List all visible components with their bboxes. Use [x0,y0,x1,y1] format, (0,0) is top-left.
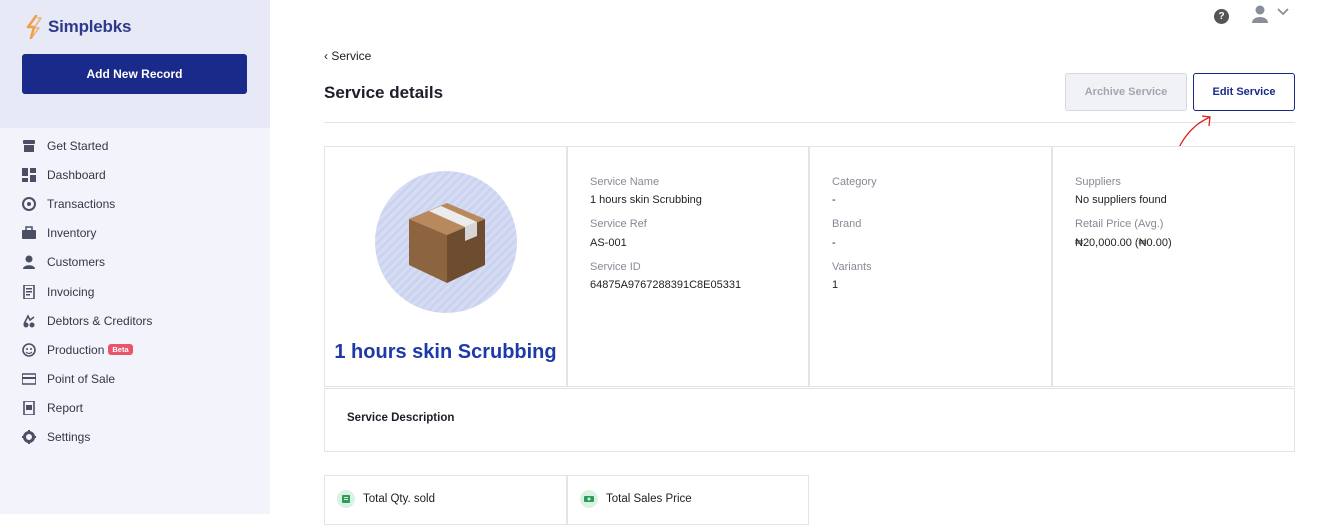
service-description-title: Service Description [347,412,455,424]
service-image [375,171,517,313]
suppliers-label: Suppliers [1075,176,1121,188]
retail-price-label: Retail Price (Avg.) [1075,218,1164,230]
retail-price-value: ₦20,000.00 (₦0.00) [1075,237,1172,249]
sidebar-header: Simplebks Add New Record [0,0,270,128]
transactions-icon [22,196,36,211]
production-icon [22,343,36,357]
sidebar-item-label: Report [47,401,84,416]
sidebar-item-label: Production [47,342,105,357]
suppliers-value: No suppliers found [1075,194,1167,206]
sidebar-item-transactions[interactable]: Transactions [0,189,270,218]
sidebar-item-report[interactable]: Report [0,394,270,423]
gear-icon [22,430,36,445]
variants-label: Variants [832,261,872,273]
logo-icon [26,15,42,39]
report-icon [22,401,36,416]
dashboard-icon [22,167,36,182]
sidebar: Simplebks Add New Record Get Started Das… [0,0,270,514]
archive-service-button[interactable]: Archive Service [1065,73,1187,111]
service-ref-label: Service Ref [590,218,647,230]
total-sales-price-label: Total Sales Price [606,493,692,505]
sidebar-item-label: Point of Sale [47,372,116,387]
sidebar-item-label: Get Started [47,138,109,153]
service-pricing-card: Suppliers No suppliers found Retail Pric… [1052,146,1295,387]
sidebar-item-dashboard[interactable]: Dashboard [0,160,270,189]
qty-sold-icon [337,490,355,508]
logo[interactable]: Simplebks [24,15,131,39]
sidebar-item-label: Customers [47,255,106,270]
total-qty-sold-card: Total Qty. sold [324,475,567,525]
box-icon [409,203,485,283]
sidebar-item-get-started[interactable]: Get Started [0,131,270,160]
sidebar-item-label: Dashboard [47,167,106,182]
sidebar-item-label: Settings [47,430,91,445]
sidebar-item-label: Invoicing [47,284,95,299]
beta-badge: Beta [108,344,133,356]
add-new-record-button[interactable]: Add New Record [22,54,247,94]
edit-service-button[interactable]: Edit Service [1193,73,1295,111]
help-icon[interactable]: ? [1214,9,1229,24]
brand-value: - [832,237,836,249]
sidebar-item-customers[interactable]: Customers [0,248,270,277]
debtors-icon [22,313,36,328]
money-icon [580,490,598,508]
total-qty-sold-label: Total Qty. sold [363,493,436,505]
app-name: Simplebks [48,17,132,36]
variants-value: 1 [832,279,839,291]
service-id-label: Service ID [590,261,641,273]
invoice-icon [22,284,36,299]
header-divider [324,122,1295,123]
briefcase-icon [22,226,36,240]
card-icon [22,372,36,386]
user-avatar-icon[interactable] [1252,5,1268,23]
sidebar-item-production[interactable]: Production Beta [0,335,270,364]
chevron-down-icon[interactable] [1277,8,1289,16]
service-ref-value: AS-001 [590,237,627,249]
category-label: Category [832,176,877,188]
service-info-card: Service Name 1 hours skin Scrubbing Serv… [567,146,809,387]
total-sales-price-card: Total Sales Price [567,475,809,525]
service-name-value: 1 hours skin Scrubbing [590,194,702,206]
service-title: 1 hours skin Scrubbing [334,341,557,363]
service-id-value: 64875A9767288391C8E05331 [590,279,742,291]
breadcrumb-back-link[interactable]: ‹ Service [324,49,371,63]
brand-label: Brand [832,218,862,230]
service-name-label: Service Name [590,176,660,188]
sidebar-item-debtors-creditors[interactable]: Debtors & Creditors [0,306,270,335]
sidebar-item-point-of-sale[interactable]: Point of Sale [0,365,270,394]
store-icon [22,139,36,153]
sidebar-item-inventory[interactable]: Inventory [0,219,270,248]
person-icon [22,255,36,270]
service-image-card: 1 hours skin Scrubbing [324,146,567,387]
sidebar-item-settings[interactable]: Settings [0,423,270,452]
page-title: Service details [324,83,444,102]
service-category-card: Category - Brand - Variants 1 [809,146,1052,387]
sidebar-nav: Get Started Dashboard Transactions Inven… [0,131,270,452]
sidebar-item-label: Debtors & Creditors [47,313,153,328]
sidebar-item-label: Transactions [47,196,116,211]
category-value: - [832,194,836,206]
sidebar-item-label: Inventory [47,226,97,241]
service-description-card: Service Description [324,388,1295,452]
sidebar-item-invoicing[interactable]: Invoicing [0,277,270,306]
